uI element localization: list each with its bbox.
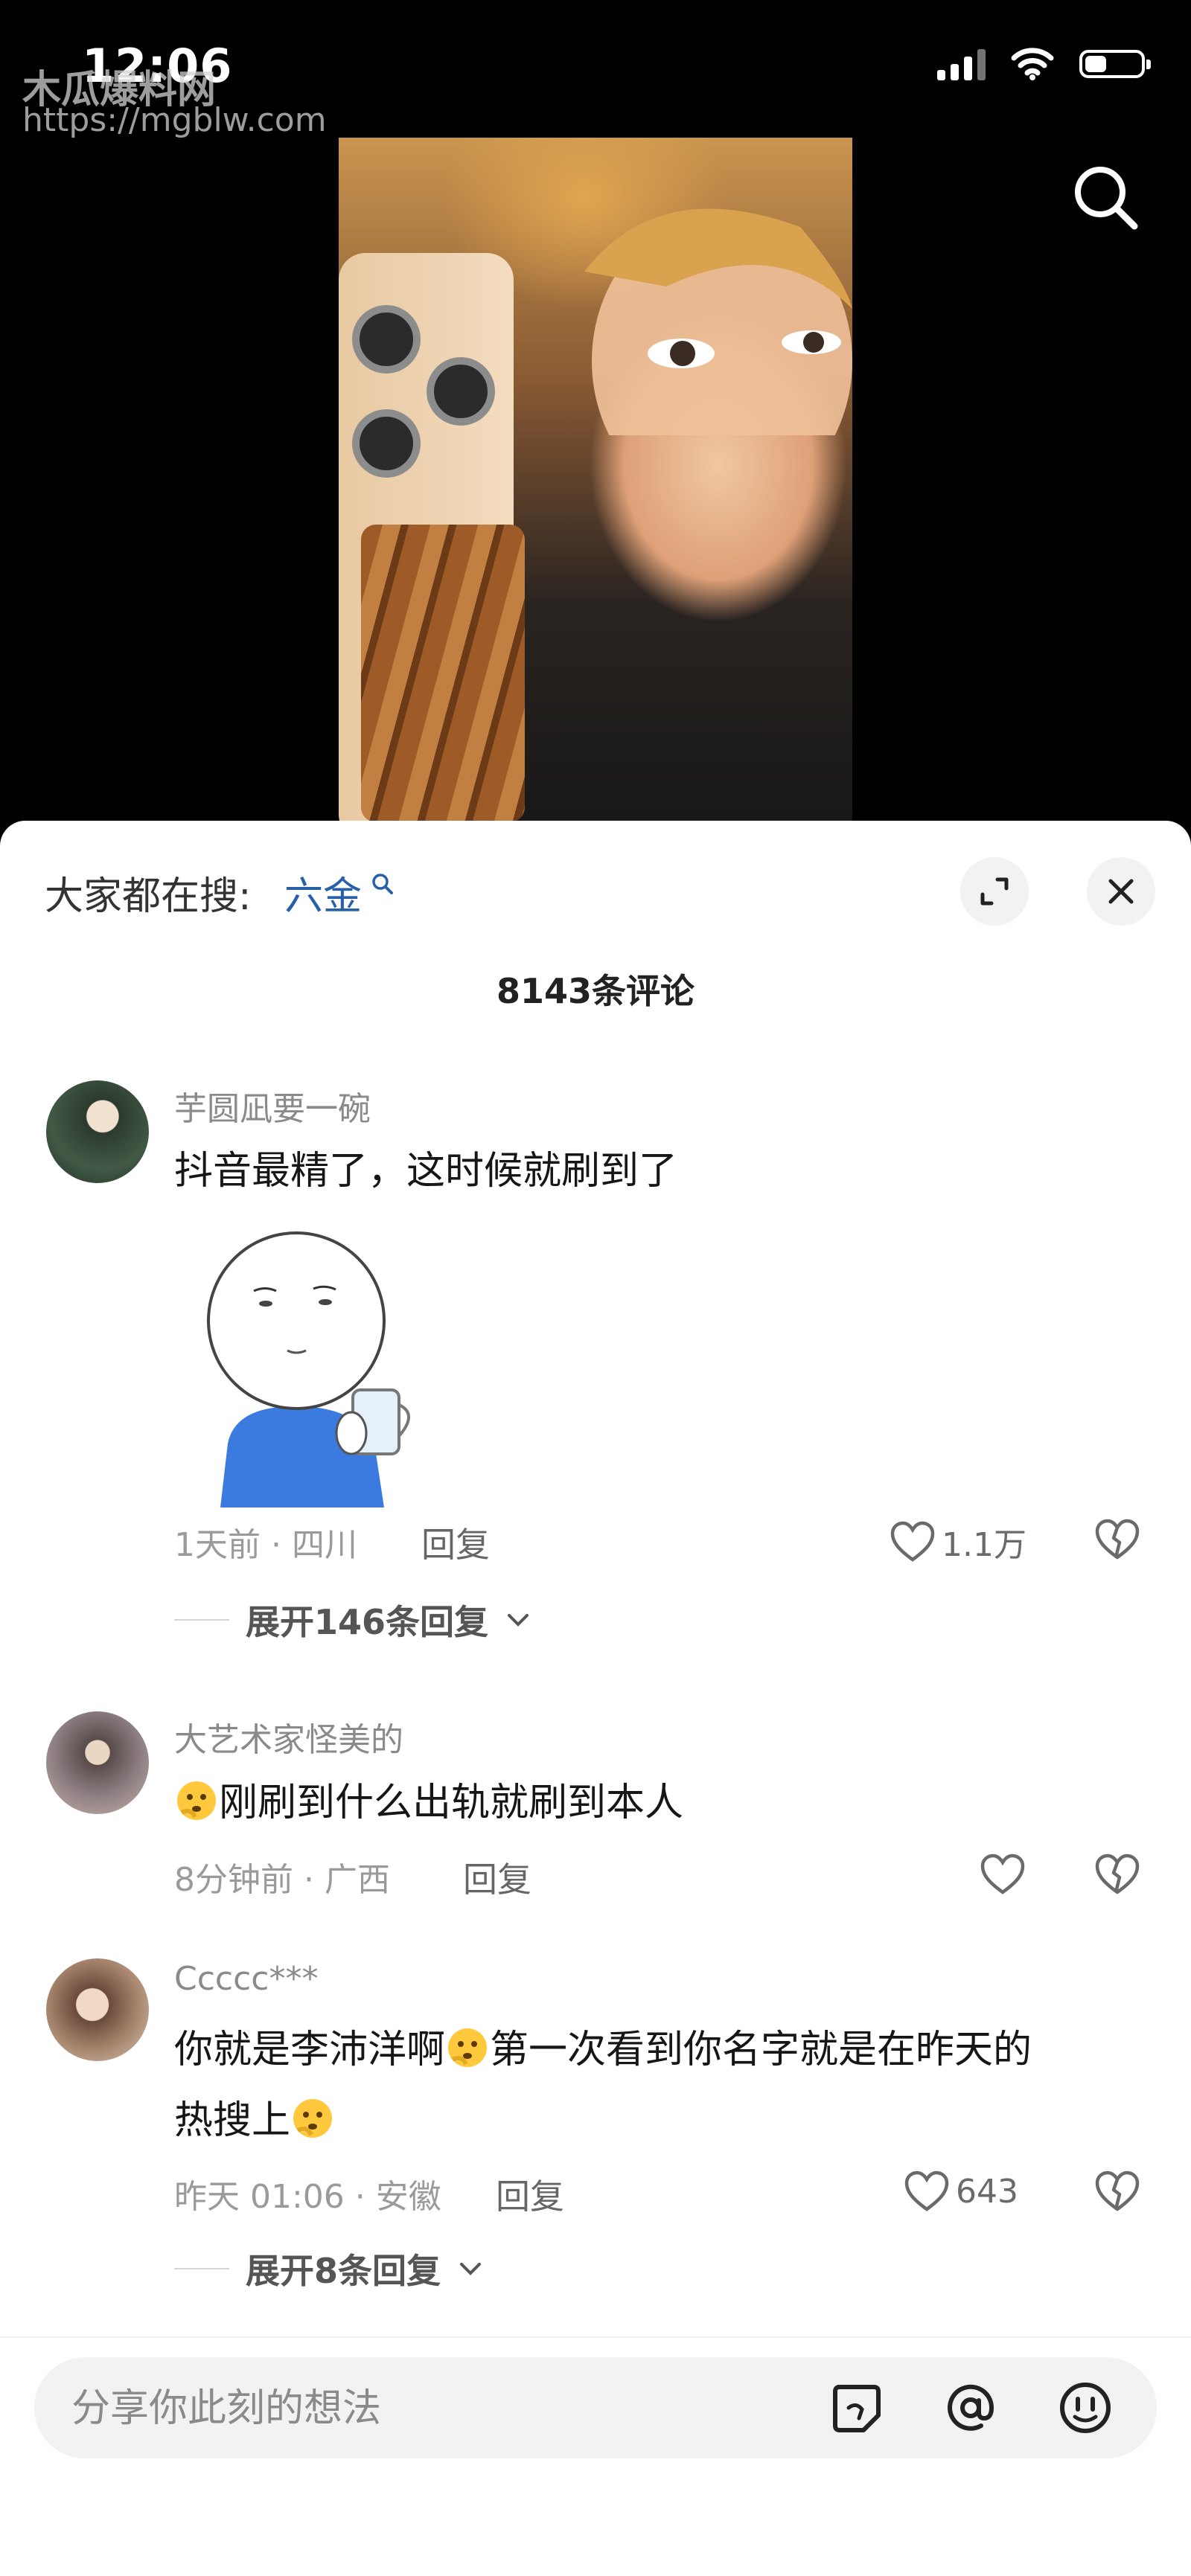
- emoji-button[interactable]: [1056, 2378, 1115, 2438]
- close-icon: [1108, 879, 1134, 904]
- comment-sticker-image[interactable]: [176, 1220, 426, 1508]
- dislike-button[interactable]: [1094, 1853, 1140, 1899]
- emoji-icon: [1060, 2383, 1111, 2433]
- like-count: 643: [956, 2172, 1018, 2211]
- expand-icon: [980, 877, 1009, 906]
- video-snack: [361, 525, 525, 822]
- expand-replies-button[interactable]: 展开146条回复: [174, 1595, 531, 1644]
- comment-text: 你就是李沛洋啊: [174, 2028, 446, 2072]
- battery-icon: [1079, 50, 1151, 78]
- comment-text: 刚刷到什么出轨就刷到本人: [219, 1781, 684, 1825]
- close-button[interactable]: [1087, 857, 1155, 926]
- expand-button[interactable]: [960, 857, 1029, 926]
- expand-replies-button[interactable]: 展开8条回复: [174, 2244, 484, 2293]
- dislike-button[interactable]: [1094, 2170, 1140, 2216]
- trending-search-icon: [372, 874, 393, 894]
- comment-text-row: 热搜上: [174, 2076, 335, 2165]
- chevron-down-icon: [460, 2263, 482, 2275]
- video-player[interactable]: [339, 138, 852, 822]
- like-count: 1.1万: [942, 1526, 1026, 1564]
- comment-text: 第一次看到你名字就是在昨天的: [490, 2028, 1032, 2072]
- comment-username[interactable]: 大艺术家怪美的: [174, 1713, 403, 1760]
- expand-replies-label: 展开146条回复: [246, 1602, 489, 1642]
- comment-input[interactable]: [70, 2378, 743, 2439]
- search-icon: [1075, 167, 1138, 230]
- avatar[interactable]: [46, 1711, 149, 1814]
- comment-text: 热搜上: [174, 2098, 291, 2143]
- broken-heart-icon: [1095, 2170, 1140, 2211]
- trending-term-link[interactable]: 六金: [284, 865, 362, 920]
- watermark-url: https://mgblw.com: [22, 101, 327, 139]
- video-face: [584, 208, 852, 435]
- trending-label: 大家都在搜:: [45, 874, 252, 919]
- reply-button[interactable]: 回复: [463, 1853, 531, 1902]
- comment-username[interactable]: Ccccc***: [174, 1960, 319, 1998]
- thinking-emoji-icon: [448, 2028, 488, 2067]
- comment-time-location: 8分钟前 · 广西: [174, 1861, 390, 1899]
- chevron-down-icon: [508, 1614, 529, 1627]
- thinking-emoji-icon: [177, 1781, 216, 1820]
- like-button[interactable]: [980, 1853, 1032, 1896]
- comment-username[interactable]: 芋圆凪要一碗: [174, 1082, 371, 1130]
- like-button[interactable]: 643: [904, 2170, 1018, 2213]
- search-button[interactable]: [1069, 161, 1143, 235]
- at-icon: [948, 2384, 994, 2431]
- status-icons: [937, 48, 1151, 80]
- like-button[interactable]: 1.1万: [890, 1518, 1026, 1566]
- avatar[interactable]: [46, 1958, 149, 2061]
- heart-icon: [904, 2170, 949, 2211]
- heart-icon: [980, 1853, 1025, 1894]
- divider: [174, 1619, 229, 1621]
- thinking-emoji-icon: [293, 2099, 333, 2138]
- dislike-button[interactable]: [1094, 1518, 1140, 1564]
- expand-replies-label: 展开8条回复: [246, 2251, 441, 2291]
- signal-icon: [937, 48, 986, 80]
- divider: [0, 2336, 1191, 2338]
- comment-count: 8143条评论: [496, 971, 695, 1011]
- comment-text: 抖音最精了，这时候就刷到了: [174, 1149, 678, 1194]
- comment-time-location: 昨天 01:06 · 安徽: [174, 2178, 441, 2216]
- reply-button[interactable]: 回复: [421, 1518, 490, 1567]
- comment-text-row: 刚刷到什么出轨就刷到本人: [174, 1758, 683, 1848]
- mention-button[interactable]: [941, 2378, 1000, 2438]
- sticker-icon: [833, 2385, 881, 2432]
- broken-heart-icon: [1095, 1853, 1140, 1894]
- reply-button[interactable]: 回复: [496, 2170, 564, 2219]
- comment-time-location: 1天前 · 四川: [174, 1526, 357, 1564]
- broken-heart-icon: [1095, 1519, 1140, 1560]
- divider: [174, 2268, 229, 2269]
- sticker-button[interactable]: [826, 2378, 886, 2438]
- heart-icon: [890, 1521, 935, 1562]
- wifi-icon: [1011, 48, 1054, 80]
- avatar[interactable]: [46, 1080, 149, 1183]
